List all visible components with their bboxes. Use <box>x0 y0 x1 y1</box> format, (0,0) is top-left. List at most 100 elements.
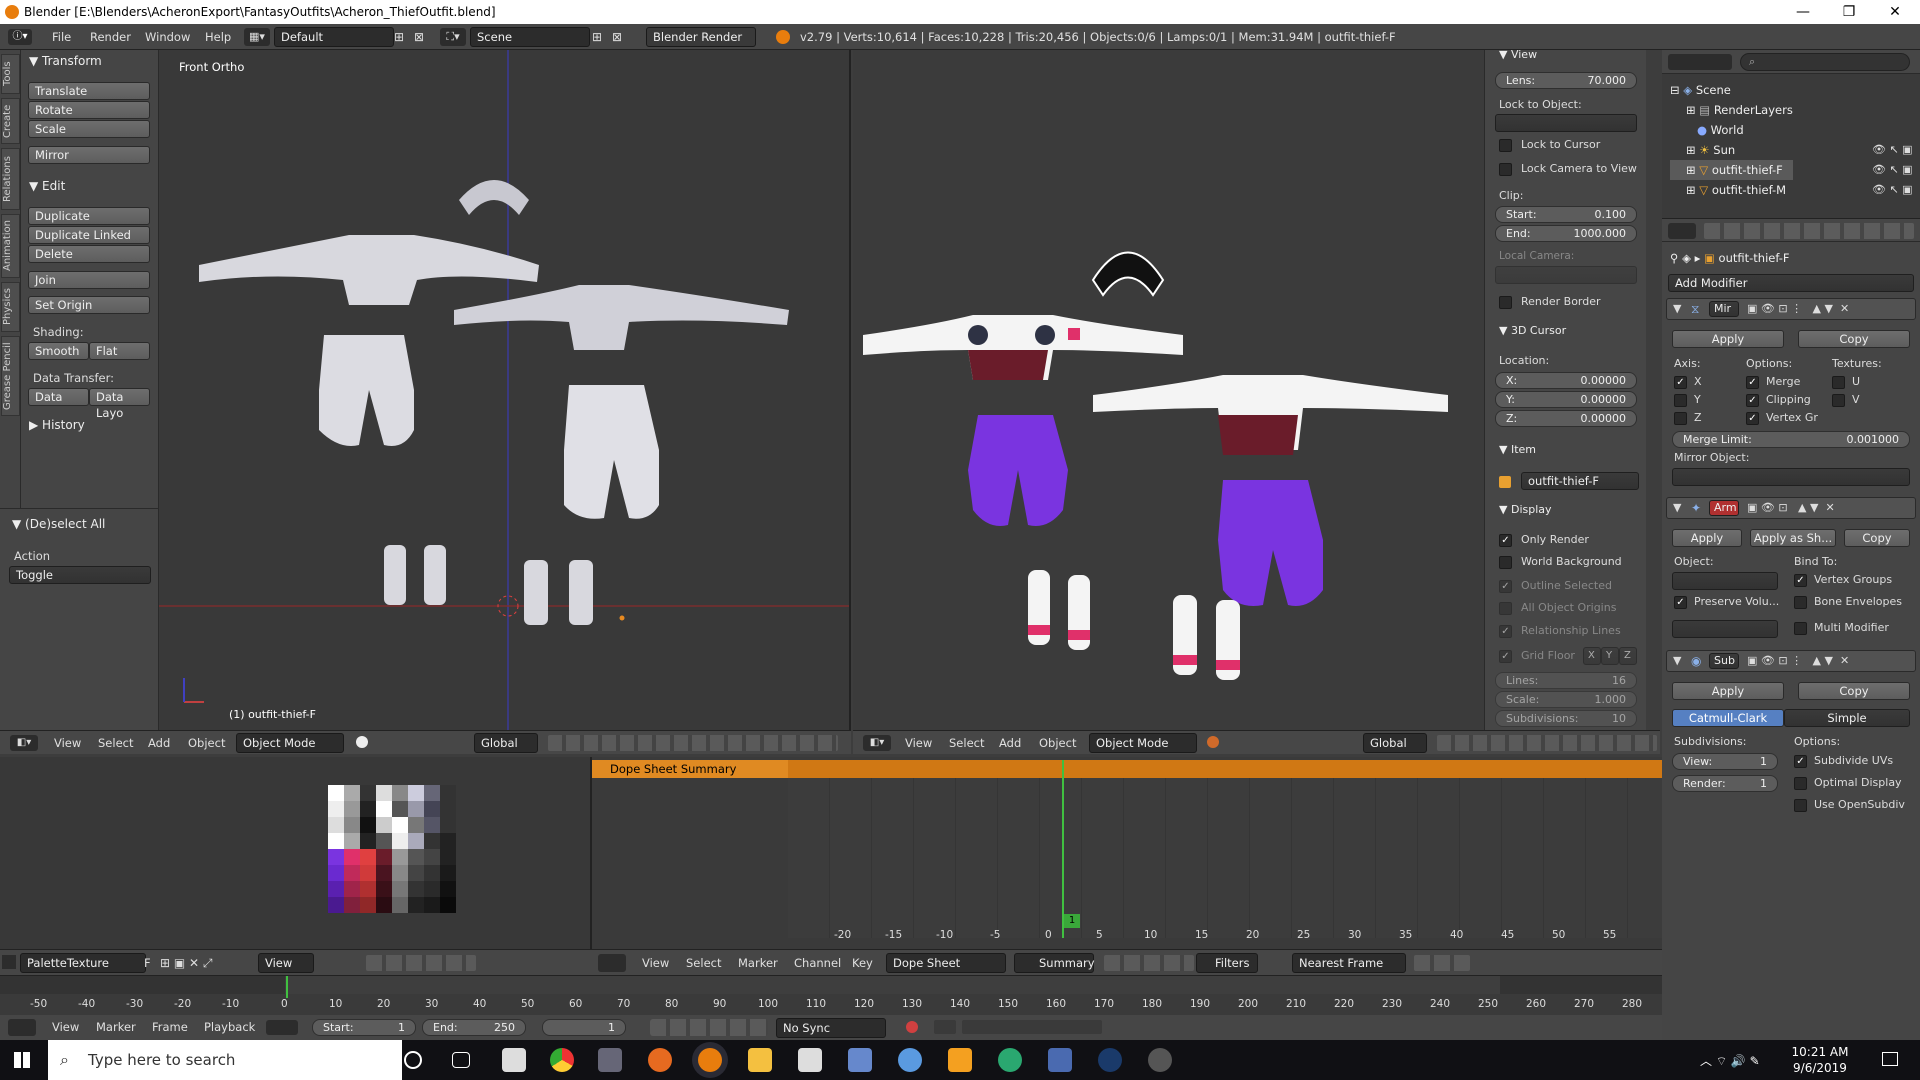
world-background-checkbox[interactable] <box>1499 556 1512 569</box>
armature-apply-button[interactable]: Apply <box>1672 529 1742 547</box>
grid-y-toggle[interactable]: Y <box>1601 647 1619 665</box>
duplicate-button[interactable]: Duplicate <box>28 207 150 225</box>
clip-start-field[interactable]: Start: 0.100 <box>1495 206 1637 223</box>
shading-textured-icon[interactable] <box>1207 736 1219 748</box>
ds-menu-view[interactable]: View <box>642 954 669 972</box>
blender-taskbar-icon[interactable] <box>698 1048 722 1072</box>
ds-copy-paste-icons[interactable] <box>1414 955 1470 971</box>
duplicate-linked-button[interactable]: Duplicate Linked <box>28 226 150 244</box>
viewport-left[interactable]: Front Ortho (1) outfit-thief-F <box>159 50 851 730</box>
only-render-checkbox[interactable]: ✓ <box>1499 534 1512 547</box>
snap-mode-select[interactable]: Nearest Frame <box>1292 953 1406 973</box>
orientation-select-2[interactable]: Global <box>1363 733 1427 753</box>
action-toggle-dropdown[interactable]: Toggle <box>9 566 151 584</box>
cursor-y-field[interactable]: Y: 0.00000 <box>1495 391 1637 408</box>
subsurf-modifier-name[interactable]: Sub <box>1709 653 1739 669</box>
mode-select[interactable]: Object Mode <box>236 733 344 753</box>
visibility-eye-icon[interactable]: 👁 ↖ ▣ <box>1872 140 1913 160</box>
fake-user-toggle[interactable]: F <box>144 954 151 972</box>
subsurf-display-toggles[interactable]: ▣ 👁 ⊡ ⋮ ▲ ▼ ✕ <box>1747 654 1849 667</box>
keying-set-icon[interactable] <box>934 1020 956 1034</box>
info-editor-type-icon[interactable]: ⓘ▾ <box>8 29 32 45</box>
menu-add[interactable]: Add <box>148 734 170 752</box>
image-editor-type-icon[interactable] <box>2 955 16 969</box>
app-icon-3[interactable] <box>898 1048 922 1072</box>
grid-scale-field[interactable]: Scale: 1.000 <box>1495 691 1637 708</box>
menu-render[interactable]: Render <box>90 28 131 46</box>
menu-file[interactable]: File <box>52 28 71 46</box>
subsurf-view-field[interactable]: View: 1 <box>1672 753 1778 770</box>
shading-solid-icon[interactable] <box>356 736 368 748</box>
mirror-merge-checkbox[interactable]: ✓ <box>1746 376 1759 389</box>
armature-copy-button[interactable]: Copy <box>1844 529 1910 547</box>
display-panel-header[interactable]: ▼ Display <box>1499 503 1552 516</box>
lock-object-field[interactable] <box>1495 114 1637 132</box>
tl-menu-frame[interactable]: Frame <box>152 1018 188 1036</box>
catmull-clark-button[interactable]: Catmull-Clark <box>1672 709 1784 727</box>
grid-floor-checkbox[interactable]: ✓ <box>1499 650 1512 663</box>
menu-select[interactable]: Select <box>98 734 133 752</box>
timeline-current-frame-line[interactable] <box>286 976 288 998</box>
menu-help[interactable]: Help <box>205 28 231 46</box>
restore-button[interactable]: ❐ <box>1826 0 1872 24</box>
view-panel-header[interactable]: ▼ View <box>1499 48 1537 61</box>
mirror-modifier-name[interactable]: Mir <box>1709 301 1739 317</box>
app-icon-6[interactable] <box>1048 1048 1072 1072</box>
scene-icon[interactable]: ⛶▾ <box>440 28 466 46</box>
layer-buttons[interactable] <box>548 735 838 751</box>
mirror-apply-button[interactable]: Apply <box>1672 330 1784 348</box>
set-origin-dropdown[interactable]: Set Origin <box>28 296 150 314</box>
subdivide-uvs-checkbox[interactable]: ✓ <box>1794 755 1807 768</box>
add-scene-icon[interactable]: ⊞ <box>592 30 602 44</box>
sync-mode-select[interactable]: No Sync <box>776 1018 886 1038</box>
outliner-item-world[interactable]: ● World <box>1670 120 1793 140</box>
grid-subdivisions-field[interactable]: Subdivisions: 10 <box>1495 710 1637 727</box>
outliner-search-input[interactable]: ⌕ <box>1740 53 1910 71</box>
all-object-origins-checkbox[interactable] <box>1499 602 1512 615</box>
merge-limit-field[interactable]: Merge Limit: 0.001000 <box>1672 431 1910 448</box>
join-button[interactable]: Join <box>28 271 150 289</box>
relationship-lines-checkbox[interactable]: ✓ <box>1499 625 1512 638</box>
ds-menu-select[interactable]: Select <box>686 954 721 972</box>
menu-object[interactable]: Object <box>188 734 225 752</box>
outliner-item-outfit-m[interactable]: ⊞ ▽ outfit-thief-M <box>1670 180 1793 200</box>
close-button[interactable]: ✕ <box>1872 0 1918 24</box>
history-panel-header[interactable]: ▶ History <box>29 418 85 432</box>
tab-tools[interactable]: Tools <box>1 54 20 94</box>
ds-filter-icons[interactable] <box>1104 955 1194 971</box>
tab-physics[interactable]: Physics <box>1 282 20 332</box>
layout-icon[interactable]: ▦▾ <box>244 28 270 46</box>
render-engine-select[interactable]: Blender Render <box>646 27 756 47</box>
optimal-display-checkbox[interactable] <box>1794 777 1807 790</box>
dope-sheet-editor[interactable]: Dope Sheet Summary 1 -20 -15 -10 -5 0 5 … <box>590 757 1662 957</box>
outliner-display-mode-select[interactable] <box>1668 54 1732 70</box>
remove-layout-icon[interactable]: ⊠ <box>414 30 424 44</box>
mirror-axis-z-checkbox[interactable] <box>1674 412 1687 425</box>
armature-object-field[interactable] <box>1672 572 1778 590</box>
smooth-button[interactable]: Smooth <box>28 342 89 360</box>
timeline-current-frame-field[interactable]: 1 <box>542 1019 626 1036</box>
outliner-item-outfit-f[interactable]: ⊞ ▽ outfit-thief-F <box>1670 160 1793 180</box>
windows-start-icon[interactable] <box>14 1052 30 1068</box>
grid-lines-field[interactable]: Lines: 16 <box>1495 672 1637 689</box>
tab-relations[interactable]: Relations <box>1 148 20 210</box>
layer-buttons-2[interactable] <box>1437 735 1657 751</box>
auto-keyframe-record-icon[interactable] <box>906 1021 918 1033</box>
image-name-field[interactable]: PaletteTexture <box>20 953 146 973</box>
app-icon-5[interactable] <box>998 1048 1022 1072</box>
grid-z-toggle[interactable]: Z <box>1619 647 1637 665</box>
mirror-axis-x-checkbox[interactable]: ✓ <box>1674 376 1687 389</box>
mirror-texture-v-checkbox[interactable] <box>1832 394 1845 407</box>
local-camera-field[interactable] <box>1495 266 1637 284</box>
edit-panel-header[interactable]: ▼ Edit <box>29 179 65 193</box>
bone-envelopes-checkbox[interactable] <box>1794 596 1807 609</box>
clip-end-field[interactable]: End: 1000.000 <box>1495 225 1637 242</box>
tab-grease-pencil[interactable]: Grease Pencil <box>1 336 20 416</box>
preserve-volume-checkbox[interactable]: ✓ <box>1674 596 1687 609</box>
playback-controls[interactable] <box>650 1019 768 1036</box>
app-icon-4[interactable] <box>948 1048 972 1072</box>
scene-select[interactable]: Scene <box>470 27 590 47</box>
add-layout-icon[interactable]: ⊞ <box>394 30 404 44</box>
app-icon-1[interactable] <box>598 1048 622 1072</box>
tl-menu-view[interactable]: View <box>52 1018 79 1036</box>
